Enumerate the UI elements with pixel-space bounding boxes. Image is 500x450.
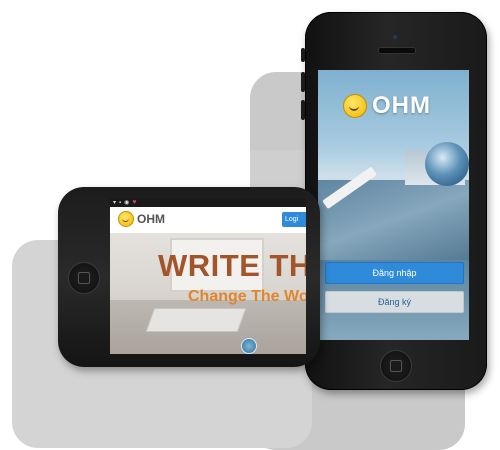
login-button[interactable]: Đăng nhập: [325, 262, 464, 284]
register-button[interactable]: Đăng ký: [325, 291, 464, 313]
app-logo: OHM: [343, 92, 431, 120]
screen-background-globe: [425, 142, 469, 186]
vertical-phone-home-button[interactable]: [380, 350, 412, 382]
smiley-logo-icon: [118, 211, 134, 227]
site-logo-text: OHM: [137, 212, 165, 226]
scroll-down-icon[interactable]: [241, 338, 257, 354]
status-bar: ▾ ▪ ◉ ♥: [110, 198, 306, 207]
signal-icon: ▪: [119, 199, 122, 206]
vertical-phone-volume-down: [301, 100, 305, 120]
vertical-phone-mute-switch: [301, 48, 305, 62]
screen-background-keyboard: [145, 308, 247, 332]
notification-icon: ◉: [124, 200, 130, 206]
register-button-label: Đăng ký: [377, 297, 412, 307]
heart-icon: ♥: [132, 199, 137, 206]
site-logo[interactable]: OHM: [118, 211, 165, 227]
wifi-icon: ▾: [113, 200, 117, 206]
vertical-phone-volume-up: [301, 72, 305, 92]
vertical-phone-camera: [393, 35, 397, 39]
login-button-label: Đăng nhập: [372, 268, 417, 278]
site-login-label: Logi: [285, 216, 299, 223]
hero-headline: WRITE THE CO: [158, 248, 306, 283]
vertical-phone-speaker: [378, 47, 416, 54]
app-logo-text: OHM: [372, 92, 431, 119]
hero-subheadline: Change The World: [188, 288, 306, 305]
site-login-button[interactable]: Logi: [282, 212, 306, 227]
smiley-logo-icon: [343, 94, 367, 118]
horizontal-phone-home-button[interactable]: [68, 262, 100, 294]
